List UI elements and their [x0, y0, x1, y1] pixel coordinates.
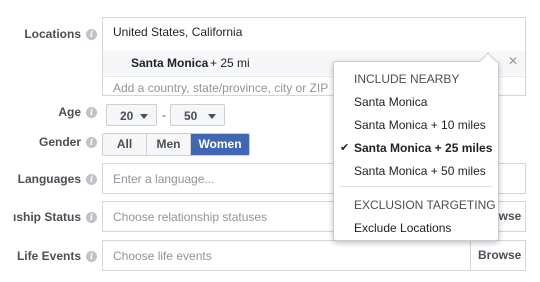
age-max-value: 50: [184, 109, 198, 123]
info-icon[interactable]: i: [86, 136, 97, 148]
languages-label: Languages i: [18, 172, 97, 186]
age-min-select[interactable]: 20: [106, 104, 157, 126]
radius-option-25[interactable]: Santa Monica + 25 miles: [354, 141, 492, 155]
age-max-select[interactable]: 50: [170, 104, 225, 126]
languages-placeholder: Enter a language...: [113, 172, 215, 186]
relationship-status-label: ıship Status i: [13, 210, 97, 224]
gender-label-text: Gender: [38, 135, 81, 149]
radius-dropdown-menu: INCLUDE NEARBY Santa Monica Santa Monica…: [333, 52, 499, 241]
selected-location-radius[interactable]: + 25 mi: [210, 56, 250, 70]
radius-option-0[interactable]: Santa Monica: [354, 95, 427, 109]
relationship-status-label-text: ıship Status: [12, 210, 81, 224]
locations-label-text: Locations: [24, 27, 81, 41]
gender-women-button[interactable]: Women: [191, 134, 249, 155]
life-events-placeholder: Choose life events: [113, 249, 212, 263]
check-icon: ✔: [340, 142, 350, 154]
info-icon[interactable]: i: [86, 250, 97, 262]
life-events-label: Life Events i: [17, 249, 97, 263]
info-icon[interactable]: i: [86, 28, 97, 40]
gender-all-button[interactable]: All: [103, 134, 147, 155]
life-events-label-text: Life Events: [16, 249, 81, 263]
relationship-status-placeholder: Choose relationship statuses: [113, 210, 268, 224]
dropdown-divider: [340, 186, 492, 187]
info-icon[interactable]: i: [86, 106, 97, 118]
exclusion-targeting-header: EXCLUSION TARGETING: [354, 198, 496, 212]
life-events-input[interactable]: Choose life events Browse: [102, 240, 526, 271]
languages-label-text: Languages: [17, 172, 81, 186]
exclude-locations-option[interactable]: Exclude Locations: [354, 221, 451, 235]
include-nearby-header: INCLUDE NEARBY: [354, 72, 460, 86]
radius-option-50[interactable]: Santa Monica + 50 miles: [354, 164, 486, 178]
info-icon[interactable]: i: [86, 211, 97, 223]
location-country: United States, California: [113, 25, 243, 39]
age-min-value: 20: [120, 109, 134, 123]
gender-men-button[interactable]: Men: [147, 134, 191, 155]
close-icon[interactable]: ✕: [508, 54, 518, 68]
gender-label: Gender i: [39, 135, 97, 149]
age-label: Age i: [58, 105, 97, 119]
caret-down-icon: [208, 114, 216, 119]
gender-toggle: All Men Women: [102, 133, 250, 156]
info-icon[interactable]: i: [86, 173, 97, 185]
location-search-placeholder: Add a country, state/province, city or Z…: [113, 81, 329, 95]
life-events-browse-button[interactable]: Browse: [470, 241, 521, 270]
caret-down-icon: [140, 114, 148, 119]
selected-location-name: Santa Monica: [131, 56, 209, 70]
locations-label: Locations i: [24, 27, 97, 41]
age-label-text: Age: [58, 105, 81, 119]
radius-option-10[interactable]: Santa Monica + 10 miles: [354, 118, 486, 132]
age-separator: -: [162, 108, 166, 122]
